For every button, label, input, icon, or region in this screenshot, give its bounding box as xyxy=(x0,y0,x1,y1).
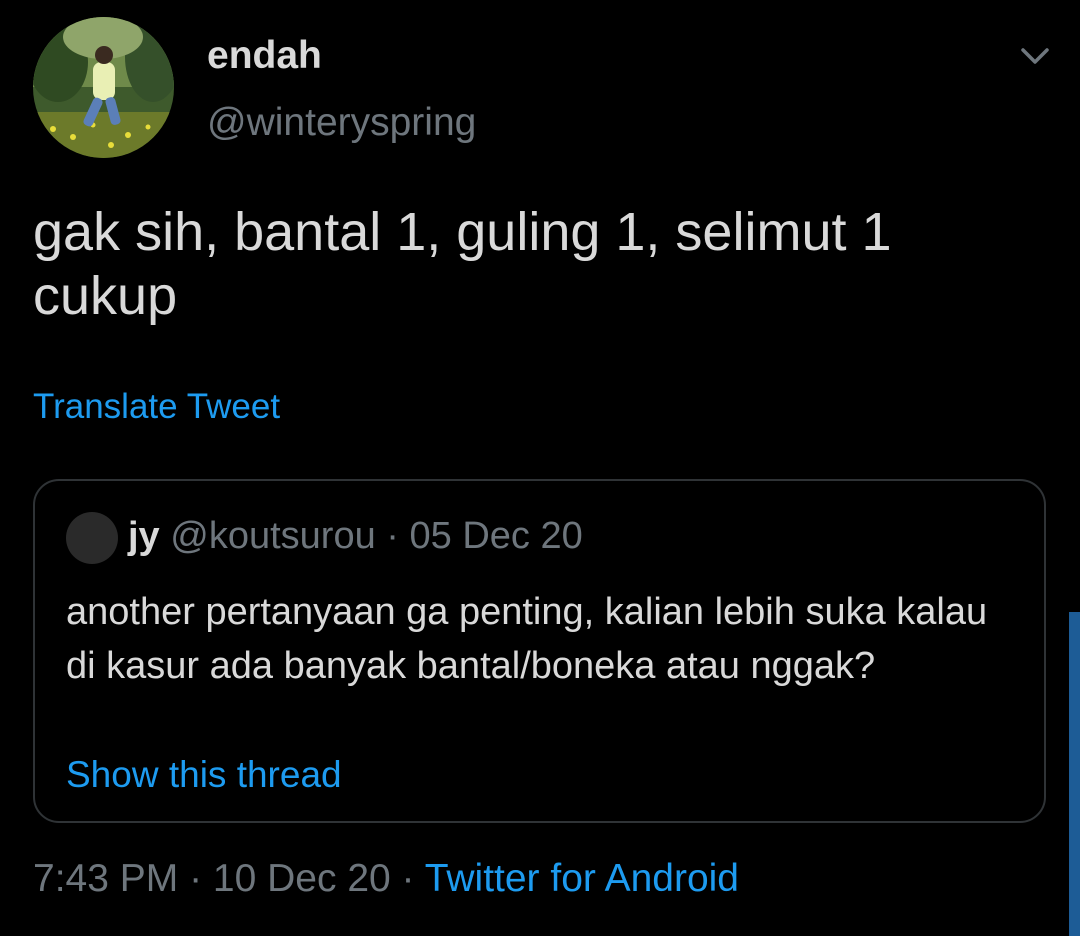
quoted-tweet-text: another pertanyaan ga penting, kalian le… xyxy=(66,591,988,687)
show-thread-link[interactable]: Show this thread xyxy=(66,754,342,796)
scrollbar[interactable] xyxy=(1069,612,1080,936)
quoted-handle: @koutsurou xyxy=(170,515,376,557)
quoted-avatar xyxy=(66,512,118,564)
quoted-display-name: jy xyxy=(128,515,160,557)
tweet-meta: 7:43 PM · 10 Dec 20 · Twitter for Androi… xyxy=(33,857,739,901)
quoted-tweet-header: jy @koutsurou · 05 Dec 20 xyxy=(128,515,583,558)
translate-tweet-link[interactable]: Translate Tweet xyxy=(33,387,280,427)
author-display-name[interactable]: endah xyxy=(207,34,322,78)
chevron-down-icon[interactable] xyxy=(1017,40,1053,72)
meta-separator: · xyxy=(178,857,213,900)
quoted-date: 05 Dec 20 xyxy=(409,515,583,557)
tweet-date[interactable]: 10 Dec 20 xyxy=(213,857,391,900)
author-avatar[interactable] xyxy=(33,17,174,158)
tweet-source-link[interactable]: Twitter for Android xyxy=(425,857,739,900)
tweet-text: gak sih, bantal 1, guling 1, selimut 1 c… xyxy=(33,202,892,326)
tweet-time[interactable]: 7:43 PM xyxy=(33,857,178,900)
quoted-tweet-card[interactable]: jy @koutsurou · 05 Dec 20 another pertan… xyxy=(33,479,1046,823)
avatar-photo xyxy=(33,17,174,158)
author-handle[interactable]: @winteryspring xyxy=(207,101,476,145)
quoted-separator: · xyxy=(386,515,399,557)
meta-separator: · xyxy=(390,857,425,900)
